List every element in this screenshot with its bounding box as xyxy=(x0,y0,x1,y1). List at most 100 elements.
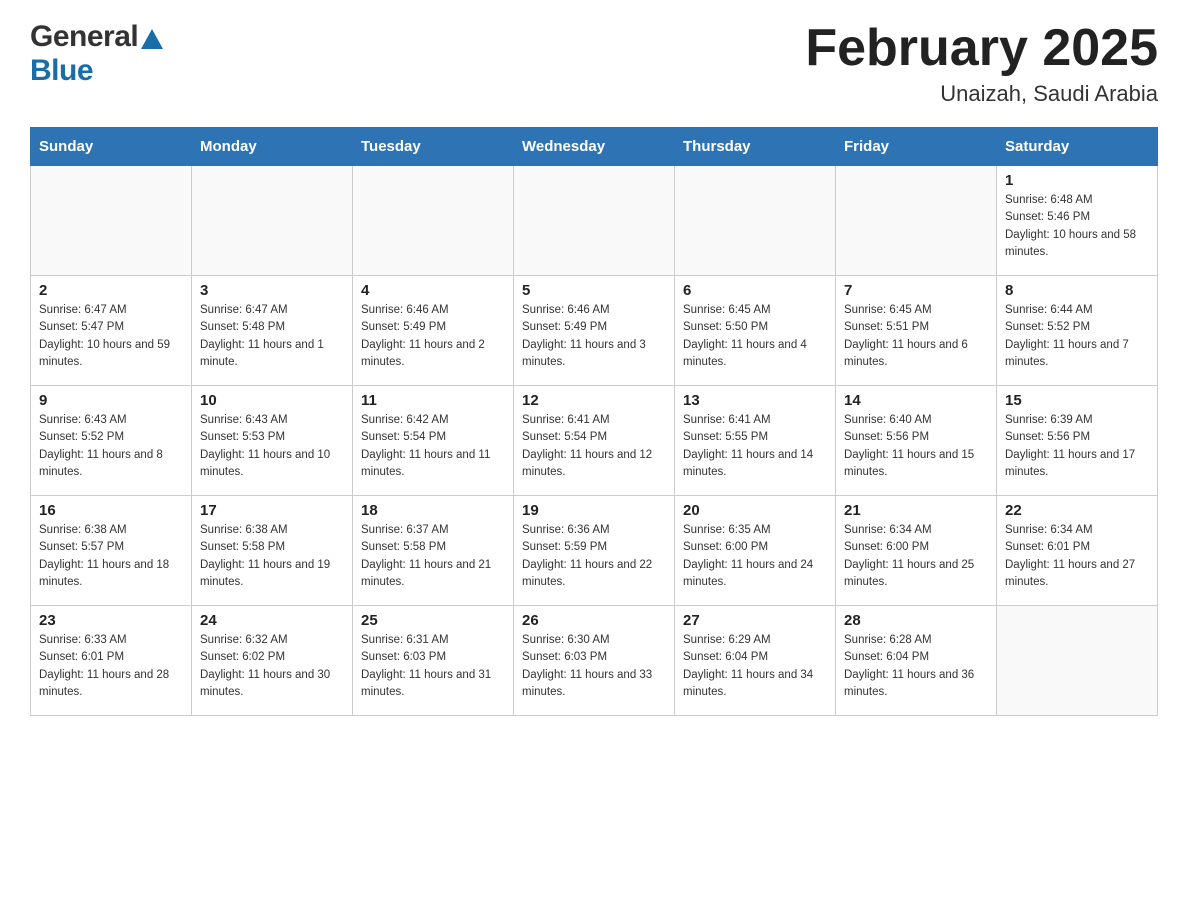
logo: General Blue xyxy=(30,20,163,88)
day-number: 2 xyxy=(39,282,183,299)
table-row: 9Sunrise: 6:43 AMSunset: 5:52 PMDaylight… xyxy=(31,386,192,496)
day-info: Sunrise: 6:31 AMSunset: 6:03 PMDaylight:… xyxy=(361,632,505,701)
table-row: 8Sunrise: 6:44 AMSunset: 5:52 PMDaylight… xyxy=(997,276,1158,386)
table-row: 23 Sunrise: 6:33 AMSunset: 6:01 PMDayligh… xyxy=(31,606,192,716)
page-header: General Blue February 2025 Unaizah, Saud… xyxy=(30,20,1158,107)
table-row: 17Sunrise: 6:38 AMSunset: 5:58 PMDayligh… xyxy=(192,496,353,606)
day-number: 21 xyxy=(844,502,988,519)
day-info: Sunrise: 6:47 AMSunset: 5:47 PMDaylight:… xyxy=(39,302,183,371)
day-number: 22 xyxy=(1005,502,1149,519)
table-row xyxy=(514,166,675,276)
table-row: 7 Sunrise: 6:45 AMSunset: 5:51 PMDaylight… xyxy=(836,276,997,386)
table-row: 6Sunrise: 6:45 AMSunset: 5:50 PMDaylight… xyxy=(675,276,836,386)
table-row xyxy=(997,606,1158,716)
day-number: 14 xyxy=(844,392,988,409)
table-row: 18 Sunrise: 6:37 AMSunset: 5:58 PMDayligh… xyxy=(353,496,514,606)
table-row: 21 Sunrise: 6:34 AMSunset: 6:00 PMDayligh… xyxy=(836,496,997,606)
day-info: Sunrise: 6:32 AMSunset: 6:02 PMDaylight:… xyxy=(200,632,344,701)
table-row: 13Sunrise: 6:41 AMSunset: 5:55 PMDayligh… xyxy=(675,386,836,496)
day-number: 26 xyxy=(522,612,666,629)
day-info: Sunrise: 6:46 AMSunset: 5:49 PMDaylight:… xyxy=(522,302,666,371)
day-number: 9 xyxy=(39,392,183,409)
day-info: Sunrise: 6:45 AMSunset: 5:51 PMDaylight:… xyxy=(844,302,988,371)
day-number: 4 xyxy=(361,282,505,299)
table-row xyxy=(836,166,997,276)
day-info: Sunrise: 6:47 AMSunset: 5:48 PMDaylight:… xyxy=(200,302,344,371)
col-thursday: Thursday xyxy=(675,128,836,166)
day-number: 7 xyxy=(844,282,988,299)
day-info: Sunrise: 6:46 AMSunset: 5:49 PMDaylight:… xyxy=(361,302,505,371)
table-row: 10 Sunrise: 6:43 AMSunset: 5:53 PMDayligh… xyxy=(192,386,353,496)
table-row: 11 Sunrise: 6:42 AMSunset: 5:54 PMDayligh… xyxy=(353,386,514,496)
day-info: Sunrise: 6:38 AMSunset: 5:57 PMDaylight:… xyxy=(39,522,183,591)
day-number: 5 xyxy=(522,282,666,299)
col-monday: Monday xyxy=(192,128,353,166)
day-info: Sunrise: 6:28 AMSunset: 6:04 PMDaylight:… xyxy=(844,632,988,701)
col-sunday: Sunday xyxy=(31,128,192,166)
calendar-week-row: 9Sunrise: 6:43 AMSunset: 5:52 PMDaylight… xyxy=(31,386,1158,496)
day-info: Sunrise: 6:39 AMSunset: 5:56 PMDaylight:… xyxy=(1005,412,1149,481)
day-number: 1 xyxy=(1005,172,1149,189)
day-number: 12 xyxy=(522,392,666,409)
calendar-table: Sunday Monday Tuesday Wednesday Thursday… xyxy=(30,127,1158,716)
page-subtitle: Unaizah, Saudi Arabia xyxy=(805,81,1158,107)
table-row: 19 Sunrise: 6:36 AMSunset: 5:59 PMDayligh… xyxy=(514,496,675,606)
day-number: 24 xyxy=(200,612,344,629)
day-number: 11 xyxy=(361,392,505,409)
day-info: Sunrise: 6:41 AMSunset: 5:55 PMDaylight:… xyxy=(683,412,827,481)
table-row: 16 Sunrise: 6:38 AMSunset: 5:57 PMDayligh… xyxy=(31,496,192,606)
calendar-header-row: Sunday Monday Tuesday Wednesday Thursday… xyxy=(31,128,1158,166)
day-info: Sunrise: 6:29 AMSunset: 6:04 PMDaylight:… xyxy=(683,632,827,701)
table-row: 4 Sunrise: 6:46 AMSunset: 5:49 PMDaylight… xyxy=(353,276,514,386)
table-row xyxy=(192,166,353,276)
table-row: 2 Sunrise: 6:47 AMSunset: 5:47 PMDaylight… xyxy=(31,276,192,386)
day-number: 19 xyxy=(522,502,666,519)
logo-general-text: General xyxy=(30,20,138,54)
table-row: 24 Sunrise: 6:32 AMSunset: 6:02 PMDayligh… xyxy=(192,606,353,716)
day-info: Sunrise: 6:40 AMSunset: 5:56 PMDaylight:… xyxy=(844,412,988,481)
day-info: Sunrise: 6:33 AMSunset: 6:01 PMDaylight:… xyxy=(39,632,183,701)
day-number: 8 xyxy=(1005,282,1149,299)
day-number: 27 xyxy=(683,612,827,629)
table-row: 25 Sunrise: 6:31 AMSunset: 6:03 PMDayligh… xyxy=(353,606,514,716)
calendar-week-row: 16 Sunrise: 6:38 AMSunset: 5:57 PMDayligh… xyxy=(31,496,1158,606)
day-number: 10 xyxy=(200,392,344,409)
col-wednesday: Wednesday xyxy=(514,128,675,166)
table-row xyxy=(31,166,192,276)
day-number: 3 xyxy=(200,282,344,299)
day-number: 20 xyxy=(683,502,827,519)
day-number: 15 xyxy=(1005,392,1149,409)
col-saturday: Saturday xyxy=(997,128,1158,166)
day-number: 17 xyxy=(200,502,344,519)
table-row: 26 Sunrise: 6:30 AMSunset: 6:03 PMDayligh… xyxy=(514,606,675,716)
day-info: Sunrise: 6:30 AMSunset: 6:03 PMDaylight:… xyxy=(522,632,666,701)
day-info: Sunrise: 6:35 AMSunset: 6:00 PMDaylight:… xyxy=(683,522,827,591)
day-info: Sunrise: 6:36 AMSunset: 5:59 PMDaylight:… xyxy=(522,522,666,591)
page-title: February 2025 xyxy=(805,20,1158,77)
day-number: 28 xyxy=(844,612,988,629)
day-info: Sunrise: 6:43 AMSunset: 5:53 PMDaylight:… xyxy=(200,412,344,481)
table-row: 27 Sunrise: 6:29 AMSunset: 6:04 PMDayligh… xyxy=(675,606,836,716)
table-row xyxy=(353,166,514,276)
day-number: 18 xyxy=(361,502,505,519)
calendar-week-row: 1Sunrise: 6:48 AMSunset: 5:46 PMDaylight… xyxy=(31,166,1158,276)
table-row: 15 Sunrise: 6:39 AMSunset: 5:56 PMDayligh… xyxy=(997,386,1158,496)
day-number: 25 xyxy=(361,612,505,629)
day-number: 23 xyxy=(39,612,183,629)
table-row: 1Sunrise: 6:48 AMSunset: 5:46 PMDaylight… xyxy=(997,166,1158,276)
table-row: 22Sunrise: 6:34 AMSunset: 6:01 PMDayligh… xyxy=(997,496,1158,606)
calendar-week-row: 2 Sunrise: 6:47 AMSunset: 5:47 PMDaylight… xyxy=(31,276,1158,386)
table-row: 3 Sunrise: 6:47 AMSunset: 5:48 PMDaylight… xyxy=(192,276,353,386)
day-info: Sunrise: 6:34 AMSunset: 6:00 PMDaylight:… xyxy=(844,522,988,591)
day-info: Sunrise: 6:42 AMSunset: 5:54 PMDaylight:… xyxy=(361,412,505,481)
day-info: Sunrise: 6:37 AMSunset: 5:58 PMDaylight:… xyxy=(361,522,505,591)
col-tuesday: Tuesday xyxy=(353,128,514,166)
table-row: 20 Sunrise: 6:35 AMSunset: 6:00 PMDayligh… xyxy=(675,496,836,606)
table-row: 5 Sunrise: 6:46 AMSunset: 5:49 PMDaylight… xyxy=(514,276,675,386)
table-row xyxy=(675,166,836,276)
calendar-week-row: 23 Sunrise: 6:33 AMSunset: 6:01 PMDayligh… xyxy=(31,606,1158,716)
logo-arrow-icon xyxy=(141,29,163,49)
table-row: 14 Sunrise: 6:40 AMSunset: 5:56 PMDayligh… xyxy=(836,386,997,496)
day-info: Sunrise: 6:41 AMSunset: 5:54 PMDaylight:… xyxy=(522,412,666,481)
day-number: 16 xyxy=(39,502,183,519)
